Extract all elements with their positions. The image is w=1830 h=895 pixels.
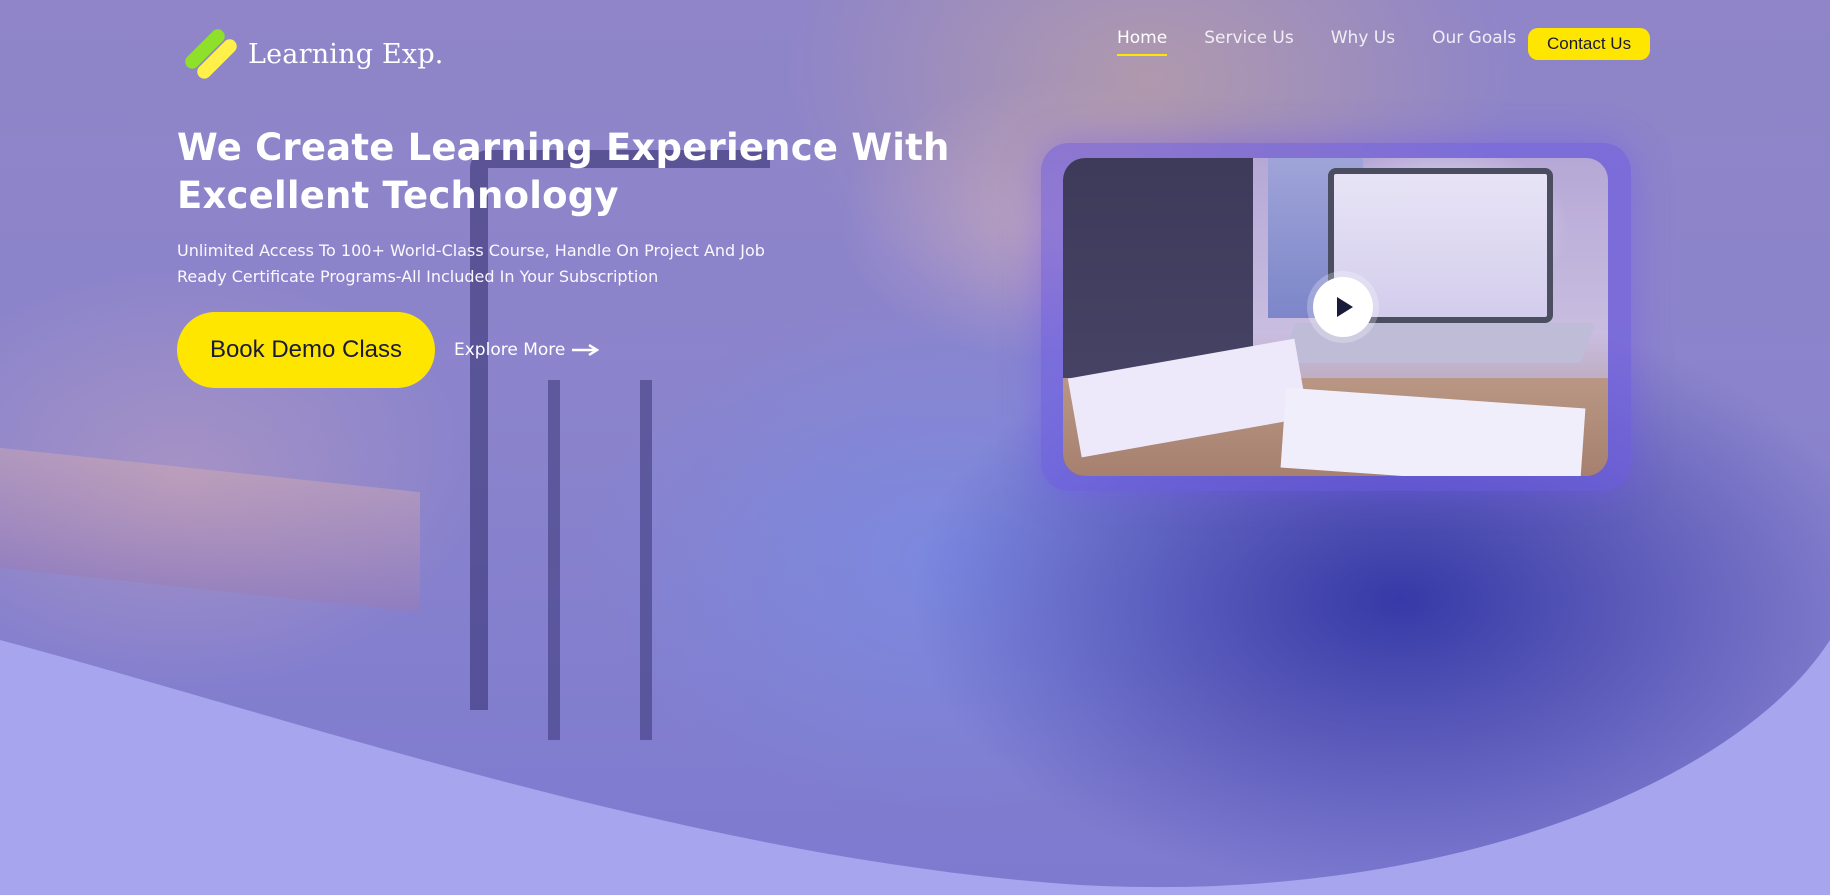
nav-item-home[interactable]: Home bbox=[1117, 28, 1168, 56]
cta-row: Book Demo Class Explore More bbox=[177, 312, 1037, 388]
play-video-button[interactable] bbox=[1313, 277, 1373, 337]
explore-more-link[interactable]: Explore More bbox=[454, 340, 600, 360]
site-header: Learning Exp. Home Service Us Why Us Our… bbox=[0, 0, 1830, 90]
logo[interactable]: Learning Exp. bbox=[178, 26, 444, 82]
nav-item-service-us[interactable]: Service Us bbox=[1204, 28, 1294, 56]
logo-text: Learning Exp. bbox=[248, 38, 444, 70]
nav-item-why-us[interactable]: Why Us bbox=[1331, 28, 1395, 56]
explore-more-label: Explore More bbox=[454, 340, 566, 360]
book-demo-button[interactable]: Book Demo Class bbox=[177, 312, 435, 388]
background-bed-bar bbox=[548, 380, 560, 740]
hero-section: We Create Learning Experience With Excel… bbox=[177, 124, 1037, 388]
main-nav: Home Service Us Why Us Our Goals bbox=[1117, 28, 1553, 56]
contact-us-button[interactable]: Contact Us bbox=[1528, 28, 1651, 60]
play-icon bbox=[1337, 297, 1353, 317]
hero-subtitle: Unlimited Access To 100+ World-Class Cou… bbox=[177, 241, 765, 286]
background-bed-bar bbox=[640, 380, 652, 740]
nav-item-our-goals[interactable]: Our Goals bbox=[1432, 28, 1516, 56]
hero-title: We Create Learning Experience With Excel… bbox=[177, 126, 950, 217]
arrow-right-icon bbox=[572, 343, 600, 357]
logo-mark-icon bbox=[178, 26, 240, 82]
